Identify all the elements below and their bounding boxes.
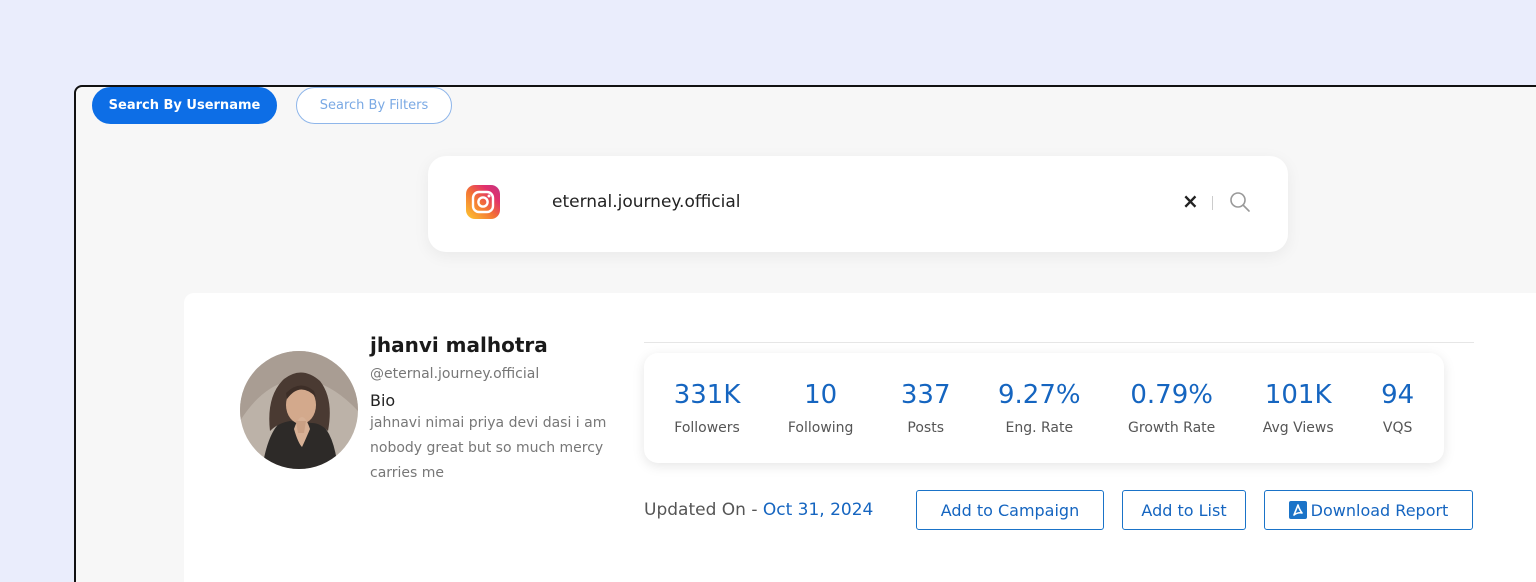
- app-frame: Search By Username Search By Filters ete…: [74, 85, 1536, 582]
- stat-value: 331K: [673, 380, 741, 410]
- updated-date: Oct 31, 2024: [762, 500, 874, 520]
- stat-vqs: 94 VQS: [1381, 380, 1414, 436]
- add-to-list-label: Add to List: [1141, 500, 1227, 520]
- search-input[interactable]: [552, 186, 1152, 218]
- search-icon[interactable]: [1228, 190, 1252, 214]
- bio-label: Bio: [370, 391, 396, 410]
- stat-value: 94: [1381, 380, 1415, 410]
- stat-label: Posts: [907, 420, 944, 436]
- download-report-button[interactable]: Download Report: [1264, 490, 1473, 530]
- stat-posts: 337 Posts: [901, 380, 951, 436]
- search-mode-tabs: Search By Username Search By Filters: [92, 87, 452, 124]
- search-bar: ×: [428, 156, 1288, 252]
- stat-label: Avg Views: [1262, 420, 1334, 436]
- stat-value: 101K: [1264, 380, 1332, 410]
- profile-handle: @eternal.journey.official: [370, 366, 540, 382]
- stat-value: 10: [804, 380, 838, 410]
- add-to-campaign-label: Add to Campaign: [940, 500, 1080, 520]
- add-to-campaign-button[interactable]: Add to Campaign: [916, 490, 1104, 530]
- bio-text: jahnavi nimai priya devi dasi i am nobod…: [370, 415, 607, 481]
- avatar: [240, 351, 358, 469]
- stat-followers: 331K Followers: [674, 380, 741, 436]
- stat-following: 10 Following: [788, 380, 854, 436]
- clear-icon[interactable]: ×: [1182, 189, 1199, 213]
- updated-on: Updated On - Oct 31, 2024: [644, 500, 873, 520]
- stat-label: Eng. Rate: [1005, 420, 1074, 436]
- updated-label: Updated On -: [644, 500, 763, 520]
- instagram-icon[interactable]: [466, 185, 500, 219]
- tab-search-by-filters[interactable]: Search By Filters: [296, 87, 452, 124]
- stat-growth-rate: 0.79% Growth Rate: [1128, 380, 1215, 436]
- divider: [644, 342, 1474, 343]
- stat-eng-rate: 9.27% Eng. Rate: [998, 380, 1081, 436]
- profile-name: jhanvi malhotra: [370, 333, 548, 357]
- stat-value: 9.27%: [997, 380, 1081, 410]
- profile-card: jhanvi malhotra @eternal.journey.officia…: [184, 293, 1536, 582]
- add-to-list-button[interactable]: Add to List: [1122, 490, 1246, 530]
- stat-value: 337: [900, 380, 951, 410]
- stat-label: Growth Rate: [1128, 420, 1216, 436]
- stat-value: 0.79%: [1130, 380, 1213, 410]
- stats-panel: 331K Followers 10 Following 337 Posts 9.…: [644, 353, 1444, 463]
- pdf-icon: [1288, 501, 1307, 519]
- download-report-label: Download Report: [1310, 500, 1449, 520]
- stat-avg-views: 101K Avg Views: [1263, 380, 1334, 436]
- stat-label: VQS: [1382, 420, 1413, 436]
- tab-search-by-username[interactable]: Search By Username: [92, 87, 277, 124]
- separator: [1212, 196, 1213, 210]
- stat-label: Followers: [674, 420, 740, 436]
- stat-label: Following: [787, 420, 854, 436]
